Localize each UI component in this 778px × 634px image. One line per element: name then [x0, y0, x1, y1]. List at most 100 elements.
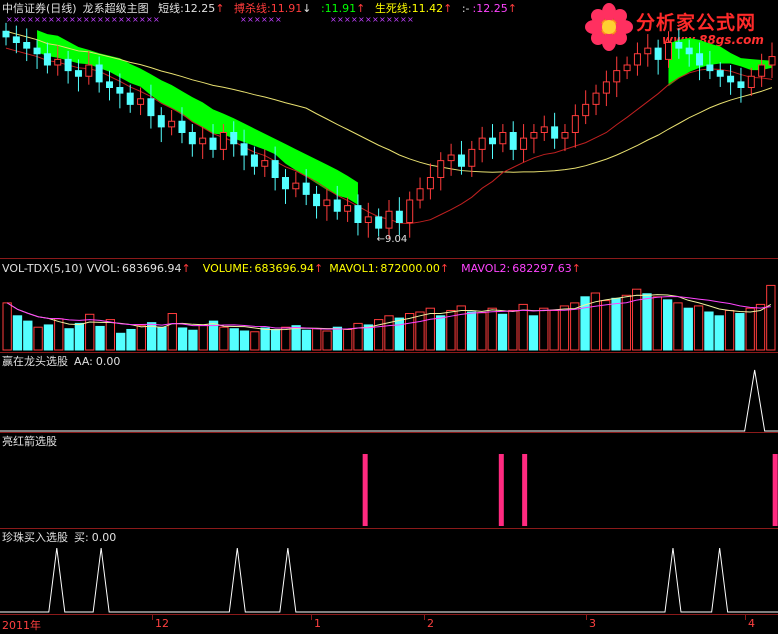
candle-body	[706, 64, 714, 72]
candle-body	[2, 30, 10, 38]
volume-bar	[43, 324, 54, 351]
volume-bar	[745, 307, 755, 351]
panel5-chart[interactable]	[0, 542, 778, 614]
signal-marker: ×	[337, 15, 344, 24]
signal-marker: ×	[125, 15, 132, 24]
candle-body	[737, 81, 745, 88]
candle-body	[95, 64, 103, 83]
candle-body	[126, 92, 134, 105]
signal-bar	[522, 454, 528, 526]
signal-marker: ×	[97, 15, 104, 24]
axis-label-year: 2011年	[2, 619, 41, 632]
candle-body	[333, 199, 341, 212]
axis-tick	[586, 615, 587, 620]
candle-body	[178, 120, 186, 133]
candle-body	[43, 53, 51, 66]
volume-bar	[704, 311, 714, 351]
signal-marker: ×	[104, 15, 111, 24]
panel3-label: AA:	[74, 355, 93, 368]
axis-tick	[152, 615, 153, 620]
panel3-header: 赢在龙头选股 AA: 0.00	[2, 355, 126, 368]
candle-body	[323, 199, 331, 207]
signal-marker: ×	[400, 15, 407, 24]
panel3-title: 赢在龙头选股	[2, 355, 68, 368]
candle-body	[385, 210, 393, 229]
candle-body	[727, 75, 735, 83]
candle-body	[664, 42, 672, 60]
volume-bar	[766, 284, 776, 351]
candle-body	[219, 132, 227, 150]
panel-divider	[0, 352, 778, 353]
signal-marker: ×	[146, 15, 153, 24]
axis-tick	[424, 615, 425, 620]
candle-body	[416, 188, 424, 201]
candle-body	[375, 216, 383, 229]
volume-bar	[177, 327, 188, 351]
axis-tick	[311, 615, 312, 620]
volume-bar	[477, 312, 487, 351]
volume-bar	[332, 326, 343, 351]
volume-bar	[714, 315, 724, 351]
candle-body	[12, 36, 20, 43]
volume-bar	[456, 305, 466, 351]
volume-bar	[724, 309, 735, 351]
candle-body	[613, 70, 621, 83]
volume-bar	[312, 328, 322, 351]
signal-marker: ×	[62, 15, 69, 24]
signal-marker: ×	[365, 15, 372, 24]
volume-bar	[136, 325, 146, 351]
candle-body	[240, 143, 248, 156]
signal-marker: ×	[6, 15, 13, 24]
signal-marker: ×	[48, 15, 55, 24]
volume-bar	[466, 311, 477, 351]
candle-body	[33, 47, 41, 55]
volume-bar	[601, 300, 611, 351]
volume-bar	[322, 330, 332, 351]
volume-bar	[539, 307, 549, 351]
volume-bar	[549, 309, 559, 351]
candle-body	[509, 132, 517, 150]
signal-bar	[498, 454, 504, 526]
signal-marker: ×	[90, 15, 97, 24]
candle-body	[478, 137, 486, 150]
candle-body	[716, 70, 724, 77]
signal-marker: ×	[386, 15, 393, 24]
chart-root[interactable]: 中信证券(日线) 龙系超级主图 短线:12.25↑ 搏杀线:11.91↓ :11.…	[0, 0, 778, 633]
volume-chart[interactable]	[0, 274, 778, 352]
signal-marker: ×	[393, 15, 400, 24]
volume-bar	[23, 320, 33, 351]
axis-label-dec: 12	[155, 617, 169, 630]
candle-body	[457, 154, 465, 167]
axis-label-mar: 3	[589, 617, 596, 630]
candle-body	[437, 160, 445, 178]
candle-body	[261, 160, 269, 167]
panel-divider	[0, 528, 778, 529]
signal-marker: ×	[379, 15, 386, 24]
signal-marker: ×	[111, 15, 118, 24]
signal-marker: ×	[254, 15, 261, 24]
candle-body	[302, 182, 310, 195]
candle-body	[344, 205, 352, 212]
volume-bar	[683, 307, 693, 351]
axis-label-apr: 4	[748, 617, 755, 630]
candle-body	[271, 160, 279, 178]
candle-body	[292, 182, 300, 190]
candle-body	[85, 64, 93, 77]
signal-marker: ×	[83, 15, 90, 24]
main-price-chart[interactable]: × × × × × × × × × × × × × × × × × × × × × × × × × × × × × × × × × × × × × × × ×…	[0, 0, 778, 258]
candle-body	[281, 177, 289, 190]
candle-body	[551, 126, 559, 139]
panel4-chart[interactable]	[0, 448, 778, 528]
volume-bar	[12, 315, 23, 351]
signal-marker: ×	[153, 15, 160, 24]
signal-marker: ×	[139, 15, 146, 24]
signal-marker: ×	[76, 15, 83, 24]
panel-divider	[0, 258, 778, 259]
signal-marker: ×	[344, 15, 351, 24]
panel3-chart[interactable]	[0, 368, 778, 432]
candle-body	[675, 42, 683, 49]
signal-marker: ×	[247, 15, 254, 24]
volume-bar	[95, 325, 105, 351]
signal-marker: ×	[27, 15, 34, 24]
volume-bar	[105, 319, 116, 351]
